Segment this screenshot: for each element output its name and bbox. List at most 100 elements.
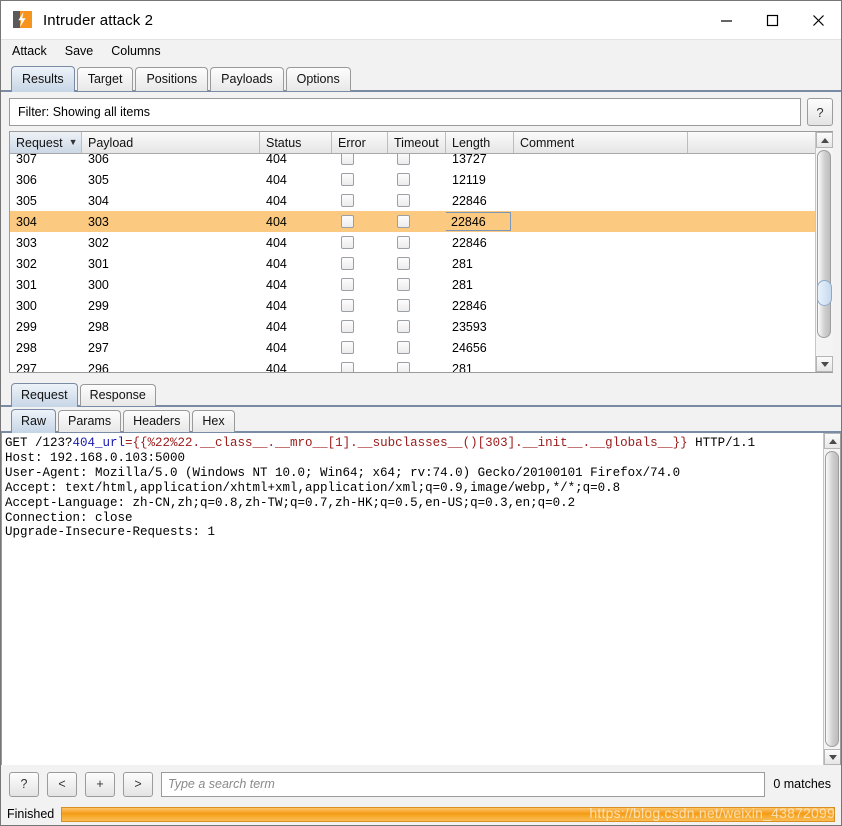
cell-length: 281 <box>452 361 473 373</box>
tab-response[interactable]: Response <box>79 384 156 406</box>
cell-status: 404 <box>266 154 287 166</box>
checkbox-icon[interactable] <box>397 320 410 333</box>
tab-headers[interactable]: Headers <box>123 410 191 432</box>
checkbox-icon[interactable] <box>397 341 410 354</box>
menu-item-save[interactable]: Save <box>63 43 96 59</box>
cell-timeout <box>388 154 446 169</box>
tab-results[interactable]: Results <box>11 66 75 92</box>
search-help-button[interactable]: ? <box>9 771 39 797</box>
checkbox-icon[interactable] <box>341 173 354 186</box>
close-button[interactable] <box>795 1 841 39</box>
maximize-button[interactable] <box>749 1 795 39</box>
checkbox-icon[interactable] <box>341 320 354 333</box>
checkbox-icon[interactable] <box>397 173 410 186</box>
checkbox-icon[interactable] <box>341 278 354 291</box>
table-row[interactable]: 304 303 404 22846 <box>10 211 832 232</box>
checkbox-icon[interactable] <box>341 299 354 312</box>
cell-comment <box>514 190 688 211</box>
tab-params[interactable]: Params <box>58 410 122 432</box>
cell-status: 404 <box>266 277 287 292</box>
checkbox-icon[interactable] <box>397 362 410 372</box>
tab-raw[interactable]: Raw <box>11 409 57 433</box>
results-scroll-thumb[interactable] <box>817 150 831 338</box>
column-header-comment[interactable]: Comment <box>514 132 688 153</box>
menu-item-attack[interactable]: Attack <box>10 43 49 59</box>
table-row[interactable]: 298 297 404 24656 <box>10 337 832 358</box>
checkbox-icon[interactable] <box>341 236 354 249</box>
column-header-error[interactable]: Error <box>332 132 388 153</box>
cell-error <box>332 169 388 190</box>
search-previous-button[interactable]: < <box>47 771 77 797</box>
checkbox-icon[interactable] <box>397 257 410 270</box>
scroll-down-arrow[interactable] <box>816 356 833 372</box>
cell-status: 404 <box>266 235 287 250</box>
column-label-payload: Payload <box>88 135 134 150</box>
request-scroll-up-arrow[interactable] <box>824 433 840 449</box>
checkbox-icon[interactable] <box>341 341 354 354</box>
tab-payloads[interactable]: Payloads <box>210 67 284 91</box>
cell-status: 404 <box>266 256 287 271</box>
filter-help-button[interactable]: ? <box>807 98 833 126</box>
checkbox-icon[interactable] <box>397 278 410 291</box>
checkbox-icon[interactable] <box>397 154 410 165</box>
scroll-up-arrow[interactable] <box>816 132 833 148</box>
checkbox-icon[interactable] <box>341 215 354 228</box>
checkbox-icon[interactable] <box>341 154 354 165</box>
checkbox-icon[interactable] <box>341 257 354 270</box>
results-scrollbar[interactable] <box>815 132 833 372</box>
filter-bar[interactable]: Filter: Showing all items <box>9 98 801 126</box>
cell-length: 22846 <box>452 193 487 208</box>
table-row[interactable]: 301 300 404 281 <box>10 274 832 295</box>
checkbox-icon[interactable] <box>341 194 354 207</box>
cell-error <box>332 232 388 253</box>
minimize-button[interactable] <box>703 1 749 39</box>
cell-length: 281 <box>452 277 473 292</box>
menu-item-columns[interactable]: Columns <box>109 43 162 59</box>
table-row[interactable]: 305 304 404 22846 <box>10 190 832 211</box>
filter-row: Filter: Showing all items ? <box>1 92 841 131</box>
request-viewer[interactable]: GET /123?404_url={{%22%22.__class__.__mr… <box>1 433 841 765</box>
table-row[interactable]: 302 301 404 281 <box>10 253 832 274</box>
tab-positions[interactable]: Positions <box>135 67 209 91</box>
cell-request: 301 <box>16 277 37 292</box>
cell-timeout <box>388 169 446 190</box>
checkbox-icon[interactable] <box>397 215 410 228</box>
table-row[interactable]: 300 299 404 22846 <box>10 295 832 316</box>
table-row[interactable]: 299 298 404 23593 <box>10 316 832 337</box>
search-next-button[interactable]: > <box>123 771 153 797</box>
table-row[interactable]: 297 296 404 281 <box>10 358 832 372</box>
column-header-payload[interactable]: Payload <box>82 132 260 153</box>
results-scroll-grip[interactable] <box>817 280 832 306</box>
column-header-timeout[interactable]: Timeout <box>388 132 446 153</box>
tab-target[interactable]: Target <box>76 67 134 91</box>
table-row[interactable]: 307 306 404 13727 <box>10 154 832 169</box>
tab-options[interactable]: Options <box>285 67 351 91</box>
column-header-length[interactable]: Length <box>446 132 514 153</box>
attack-progress-fill <box>62 807 834 821</box>
request-scroll-thumb[interactable] <box>825 451 839 747</box>
cell-request: 300 <box>16 298 37 313</box>
cell-payload: 300 <box>88 277 109 292</box>
request-scroll-down-arrow[interactable] <box>824 749 840 765</box>
tab-hex[interactable]: Hex <box>192 410 235 432</box>
cell-comment <box>514 169 688 190</box>
checkbox-icon[interactable] <box>397 236 410 249</box>
cell-length: 281 <box>452 256 473 271</box>
checkbox-icon[interactable] <box>397 194 410 207</box>
checkbox-icon[interactable] <box>397 299 410 312</box>
table-body: 307 306 404 13727 306 305 404 12119 305 304 404 228… <box>10 154 832 372</box>
column-header-status[interactable]: Status <box>260 132 332 153</box>
table-row[interactable]: 306 305 404 12119 <box>10 169 832 190</box>
cell-timeout <box>388 358 446 372</box>
column-header-filler <box>688 132 832 153</box>
cell-error <box>332 358 388 372</box>
checkbox-icon[interactable] <box>341 362 354 372</box>
tab-request[interactable]: Request <box>11 383 78 407</box>
search-input[interactable]: Type a search term <box>161 771 766 797</box>
search-add-button[interactable]: + <box>85 771 115 797</box>
column-header-request[interactable]: Request ▼ <box>10 132 82 153</box>
cell-timeout <box>388 316 446 337</box>
table-row[interactable]: 303 302 404 22846 <box>10 232 832 253</box>
column-label-status: Status <box>266 135 302 150</box>
request-scrollbar[interactable] <box>823 433 840 765</box>
